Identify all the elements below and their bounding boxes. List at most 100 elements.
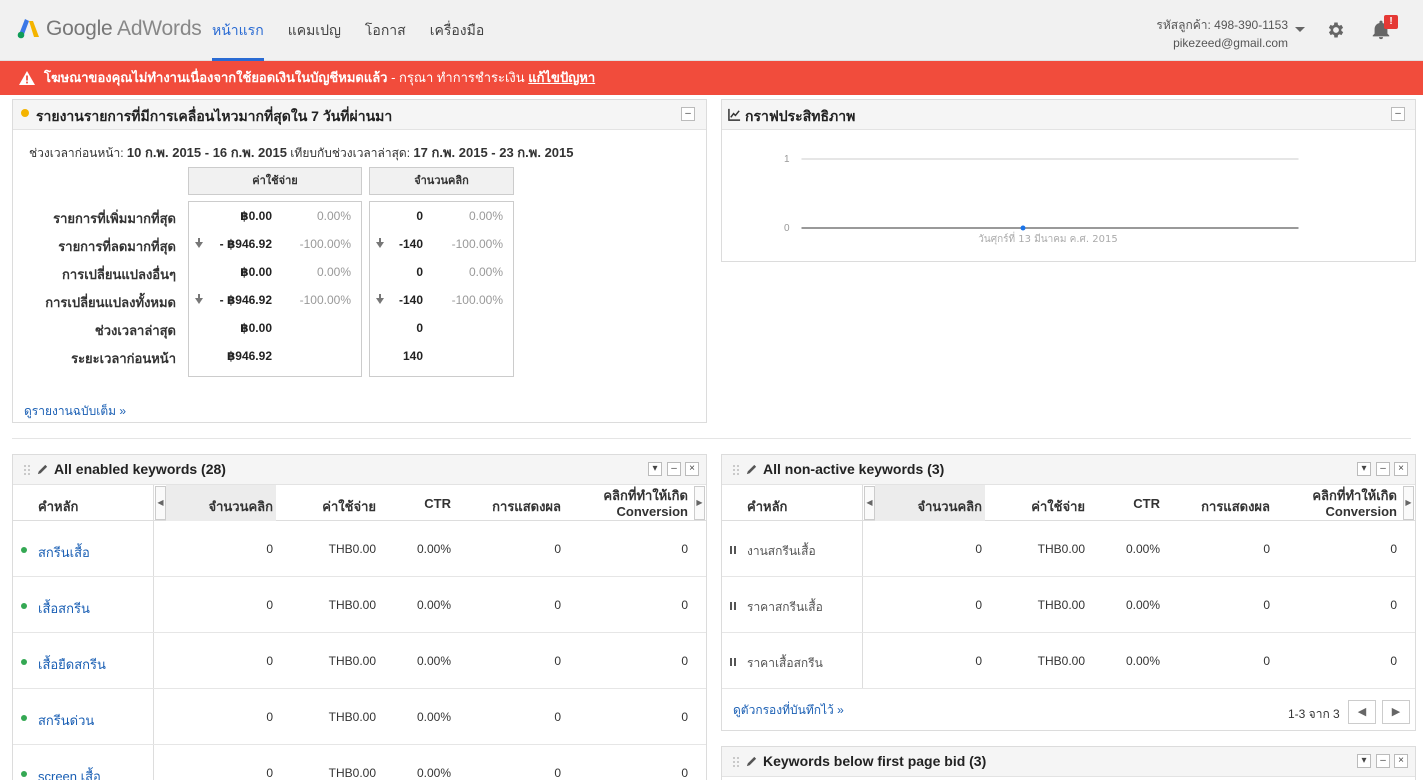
period-previous: 10 ก.พ. 2015 - 16 ก.พ. 2015 [126,145,287,160]
full-report-link[interactable]: ดูรายงานฉบับเต็ม » [24,402,126,421]
minimize-button[interactable]: – [667,462,681,476]
column-separator [153,633,154,688]
conversions-value: 0 [681,766,688,780]
drag-handle-icon[interactable] [732,756,740,768]
options-dropdown-button[interactable]: ▾ [1357,462,1371,476]
options-dropdown-button[interactable]: ▾ [648,462,662,476]
mover-cost-pct: -100.00% [299,237,351,251]
mover-clicks: 0 [416,209,423,223]
mover-row-label: รายการที่ลดมากที่สุด [58,239,176,254]
y-tick-label: 0 [784,223,790,234]
mover-clicks: 0 [416,265,423,279]
header-clicks[interactable]: จำนวนคลิก [178,496,273,517]
conversions-value: 0 [681,598,688,612]
options-dropdown-button[interactable]: ▾ [1357,754,1371,768]
header-clicks[interactable]: จำนวนคลิก [887,496,982,517]
nonactive-keywords-table: ◀ ▶ คำหลัก จำนวนคลิก ค่าใช้จ่าย CTR การแ… [722,485,1415,689]
table-row: งานสกรีนเสื้อ 0 THB0.00 0.00% 0 0 [722,521,1415,577]
mover-row-label: การเปลี่ยนแปลงทั้งหมด [45,295,176,310]
minimize-button[interactable]: – [681,107,695,121]
column-separator [153,689,154,744]
scroll-left-button[interactable]: ◀ [864,486,875,520]
close-button[interactable]: × [685,462,699,476]
keyword-text[interactable]: สกรีนเสื้อ [38,542,90,563]
table-row: เสื้อยืดสกรีน 0 THB0.00 0.00% 0 0 [13,633,706,689]
ctr-value: 0.00% [1125,542,1160,556]
cost-value: THB0.00 [1037,654,1085,668]
clicks-value: 0 [266,710,273,724]
header-impressions[interactable]: การแสดงผล [1162,496,1270,517]
keyword-text[interactable]: ราคาเสื้อสกรีน [747,654,823,673]
keyword-text[interactable]: ราคาสกรีนเสื้อ [747,598,823,617]
impressions-value: 0 [554,710,561,724]
enabled-status-icon [21,659,27,665]
header-ctr[interactable]: CTR [376,496,451,511]
header-cost[interactable]: ค่าใช้จ่าย [985,496,1085,517]
drag-handle-icon[interactable] [732,464,740,476]
scroll-right-button[interactable]: ▶ [1403,486,1414,520]
mover-clicks: 140 [402,349,423,363]
header-cost[interactable]: ค่าใช้จ่าย [276,496,376,517]
top-movers-title: รายงานรายการที่มีการเคลื่อนไหวมากที่สุดใ… [36,108,393,124]
keyword-text[interactable]: งานสกรีนเสื้อ [747,542,816,561]
mover-row-label: การเปลี่ยนแปลงอื่นๆ [62,267,176,282]
close-button[interactable]: × [1394,754,1408,768]
nav-tools[interactable]: เครื่องมือ [430,0,485,61]
header-conversions[interactable]: คลิกที่ทำให้เกิด Conversion [1282,488,1397,520]
mover-row-label: ระยะเวลาก่อนหน้า [71,351,176,366]
header-ctr[interactable]: CTR [1085,496,1160,511]
minimize-button[interactable]: – [1376,754,1390,768]
keyword-text[interactable]: เสื้อยืดสกรีน [38,654,106,675]
drag-handle-icon[interactable] [23,464,31,476]
adwords-logo[interactable]: Google AdWords [16,16,202,42]
section-divider [12,438,1411,439]
header-impressions[interactable]: การแสดงผล [453,496,561,517]
main-nav: หน้าแรก แคมเปญ โอกาส เครื่องมือ [212,0,508,61]
header-conversions-line1: คลิกที่ทำให้เกิด [603,488,688,503]
gear-icon[interactable] [1326,20,1346,40]
top-movers-panel: รายงานรายการที่มีการเคลื่อนไหวมากที่สุดใ… [12,99,707,423]
close-button[interactable]: × [1394,462,1408,476]
nonactive-keywords-title: All non-active keywords (3) [763,461,945,477]
data-point [1020,225,1026,231]
period-mid: เทียบกับช่วงเวลาล่าสุด: [286,146,414,160]
mover-cost: - ฿946.92 [219,293,272,307]
pencil-icon[interactable] [36,463,49,476]
account-id: รหัสลูกค้า: 498-390-1153 [1156,18,1288,32]
period-prefix: ช่วงเวลาก่อนหน้า: [29,146,127,160]
pencil-icon[interactable] [745,463,758,476]
nav-campaigns[interactable]: แคมเปญ [288,0,341,61]
keyword-text[interactable]: screen เสื้อ [38,766,101,780]
minimize-button[interactable]: – [1376,462,1390,476]
minimize-button[interactable]: – [1391,107,1405,121]
table-row: ราคาเสื้อสกรีน 0 THB0.00 0.00% 0 0 [722,633,1415,689]
performance-graph-panel: กราฟประสิทธิภาพ – 1 0 วันศุกร์ที่ 13 มีนาค… [721,99,1416,262]
header-conversions[interactable]: คลิกที่ทำให้เกิด Conversion [573,488,688,520]
ctr-value: 0.00% [416,598,451,612]
cost-value: THB0.00 [1037,598,1085,612]
keyword-text[interactable]: เสื้อสกรีน [38,598,90,619]
impressions-value: 0 [554,766,561,780]
paused-icon [730,546,736,554]
account-dropdown-icon[interactable] [1295,27,1305,32]
pencil-icon[interactable] [745,755,758,768]
fix-problem-link[interactable]: แก้ไขปัญหา [528,70,595,85]
prev-page-button[interactable]: ◀ [1348,700,1376,724]
nav-opportunities[interactable]: โอกาส [365,0,406,61]
account-info[interactable]: รหัสลูกค้า: 498-390-1153 pikezeed@gmail.… [1156,16,1288,52]
column-separator [153,485,154,520]
conversions-value: 0 [681,710,688,724]
top-movers-header: รายงานรายการที่มีการเคลื่อนไหวมากที่สุดใ… [13,100,706,130]
scroll-left-button[interactable]: ◀ [155,486,166,520]
mover-row-label: ช่วงเวลาล่าสุด [94,323,176,338]
next-page-button[interactable]: ▶ [1382,700,1410,724]
header-keyword[interactable]: คำหลัก [747,496,787,517]
mover-clicks-pct: -100.00% [451,237,503,251]
scroll-right-button[interactable]: ▶ [694,486,705,520]
header-keyword[interactable]: คำหลัก [38,496,78,517]
comparison-period: ช่วงเวลาก่อนหน้า: 10 ก.พ. 2015 - 16 ก.พ.… [29,142,574,163]
nav-home[interactable]: หน้าแรก [212,0,264,61]
top-header: Google AdWords หน้าแรก แคมเปญ โอกาส เครื… [0,0,1423,61]
saved-filters-link[interactable]: ดูตัวกรองที่บันทึกไว้ » [733,701,844,720]
keyword-text[interactable]: สกรีนด่วน [38,710,94,731]
